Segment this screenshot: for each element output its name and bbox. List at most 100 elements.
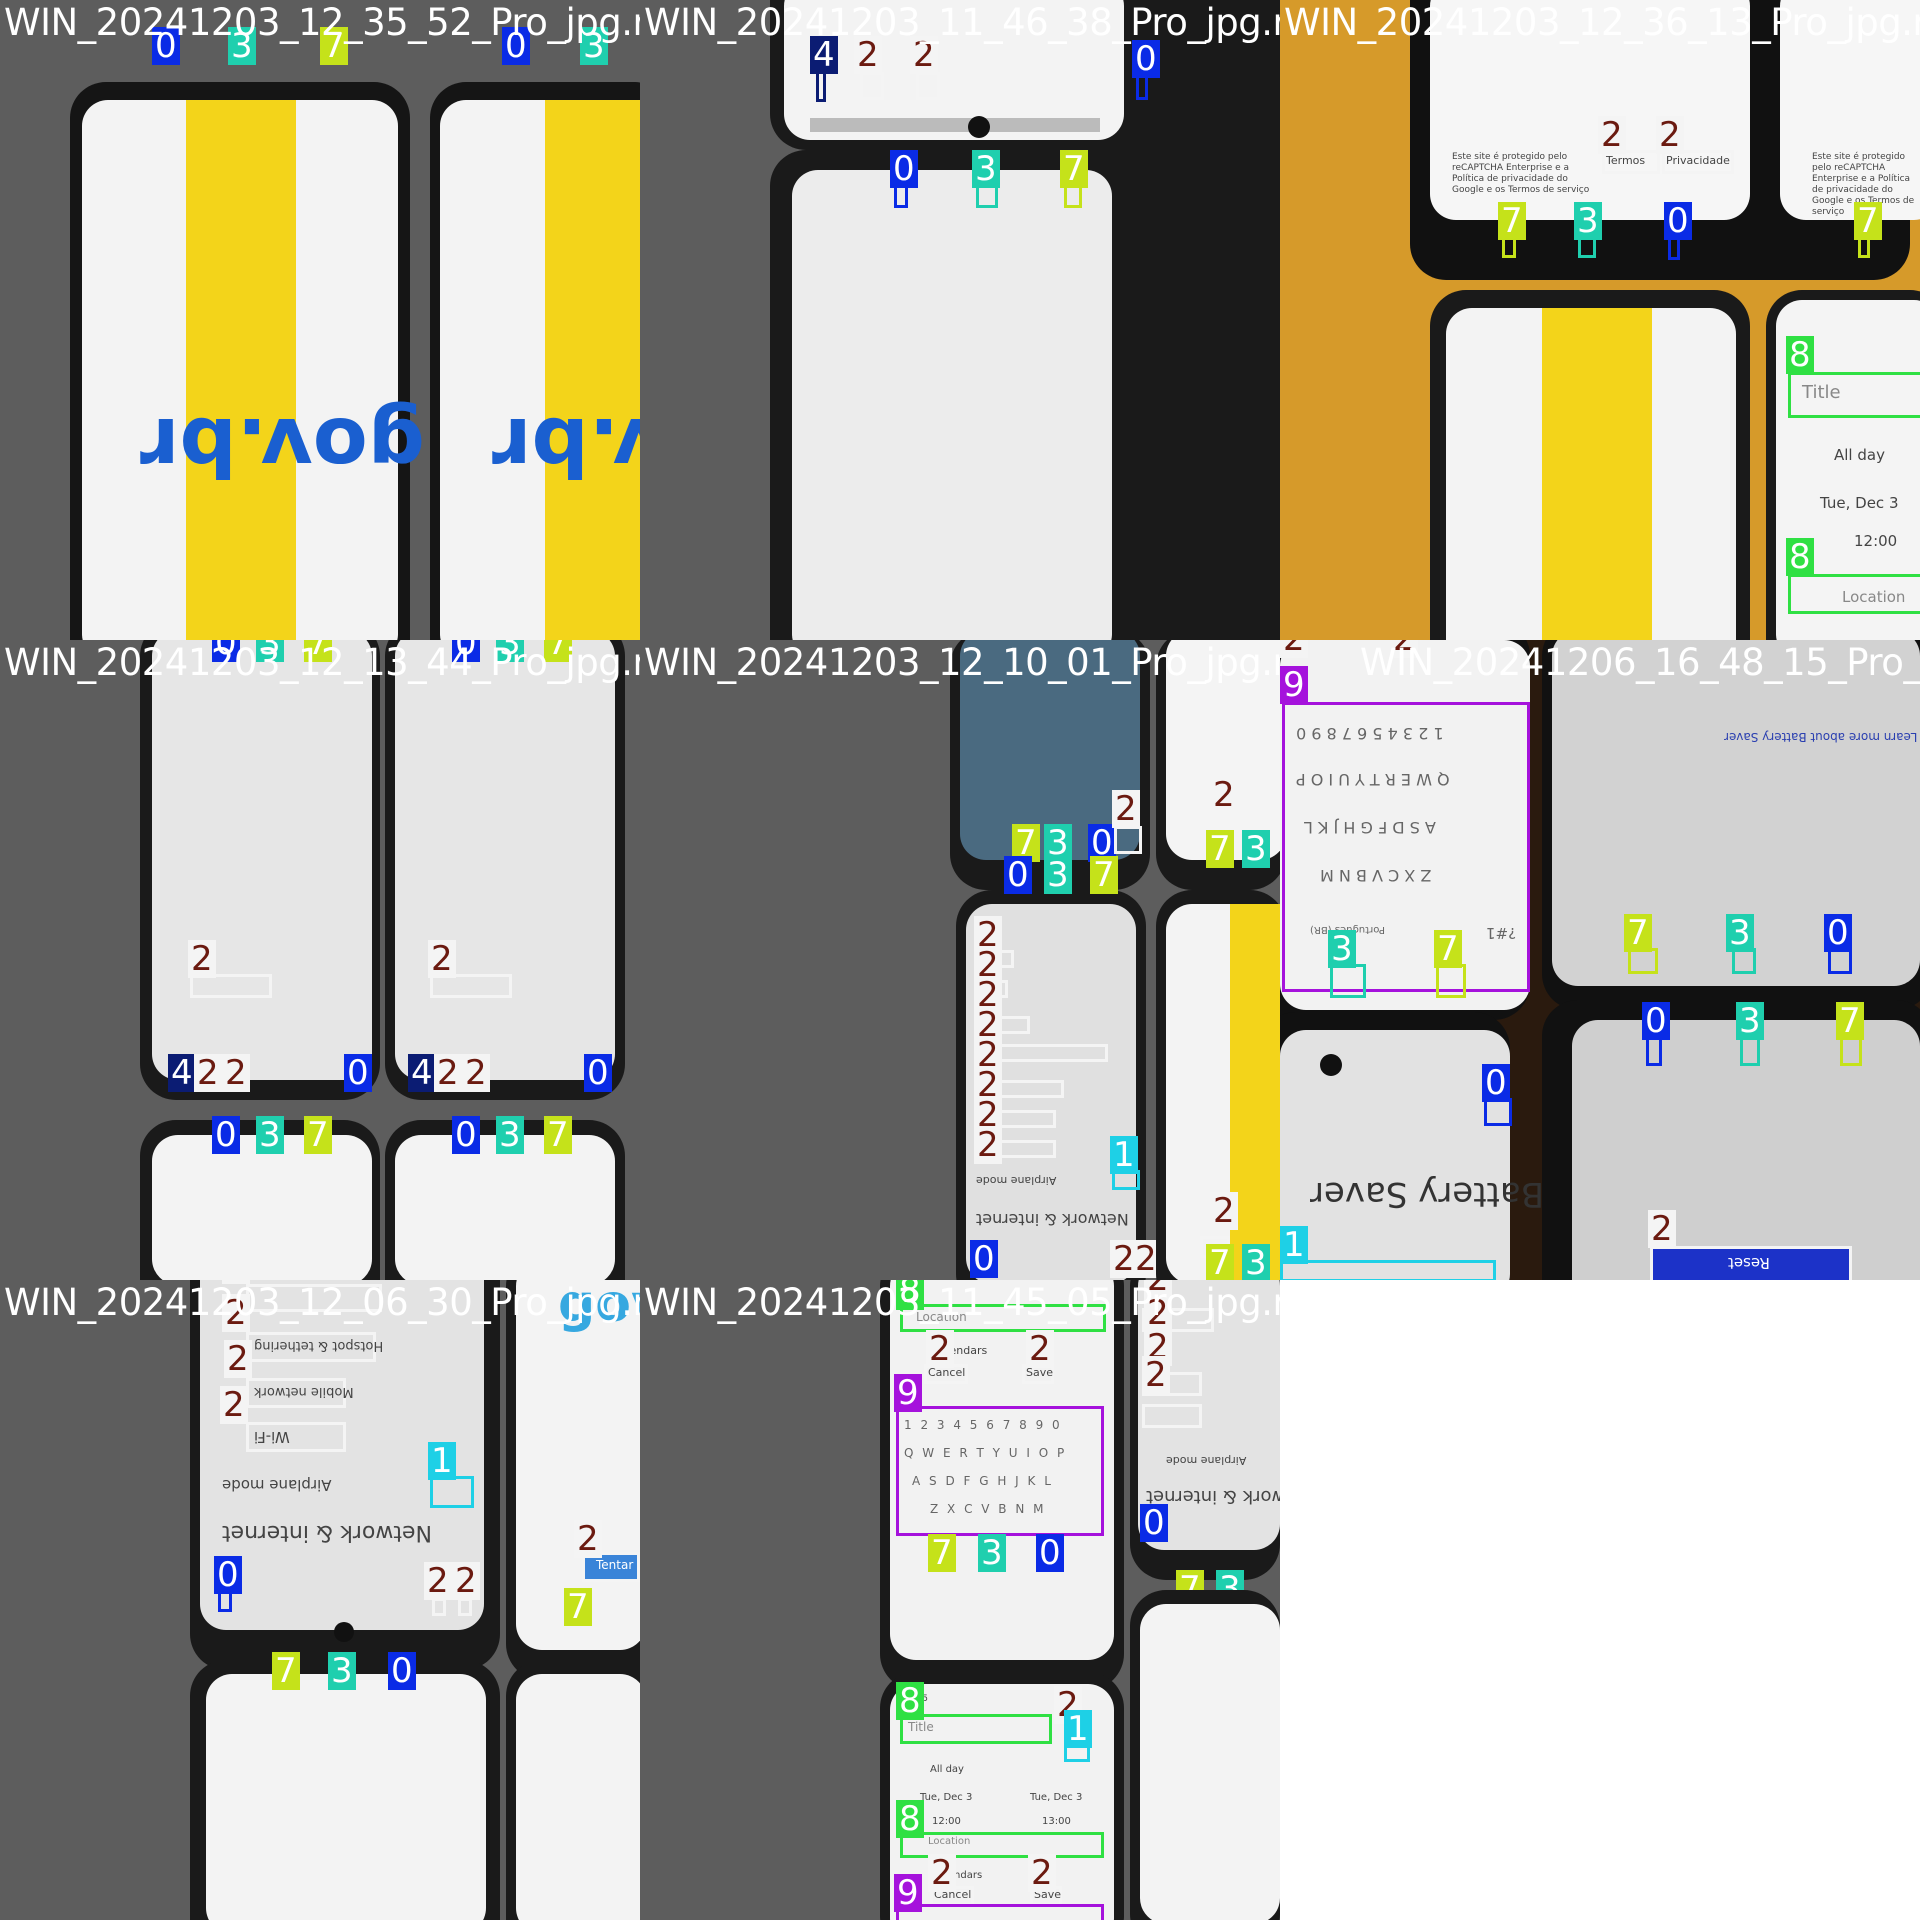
title-field[interactable]: Title [908, 1720, 934, 1734]
detection-label: 2 [574, 1520, 602, 1558]
tile-filename: WIN_20241203_11_46_38_Pro_jpg.rf.a45d09 [644, 1, 1280, 44]
phone-screen [395, 640, 615, 1080]
detection-label: 0 [1036, 1534, 1064, 1572]
detection-label: 2 [452, 1562, 480, 1600]
detection-label: 2 [1598, 116, 1626, 154]
mosaic-tile-6: 9 1 2 3 4 5 6 7 8 9 0 Q W E R T Y U I O … [1280, 640, 1920, 1280]
detection-label: 2 [1210, 1192, 1238, 1230]
date-end: Tue, Dec 3 [1030, 1792, 1083, 1803]
detection-label: 2 [1112, 790, 1140, 828]
detection-label: 2 [424, 1562, 452, 1600]
detection-label: 7 [544, 1116, 572, 1154]
detection-label: 2 [194, 1054, 222, 1092]
phone-screen [792, 170, 1112, 640]
detection-label: 7 [1854, 202, 1882, 240]
detection-label: 0 [212, 1116, 240, 1154]
detection-label: 2 [462, 1054, 490, 1092]
airplane-label: Airplane mode [1166, 1454, 1247, 1467]
detection-label: 2 [222, 1054, 250, 1092]
learn-more-link[interactable]: Learn more about Battery Saver [1724, 730, 1917, 744]
detection-label: 3 [1726, 914, 1754, 952]
tile-filename: WIN_20241203_12_10_01_Pro_jpg.rf.78e92d [644, 641, 1280, 684]
camera-hole [334, 1622, 354, 1642]
detection-label: 3 [978, 1534, 1006, 1572]
detection-label: 8 [1786, 538, 1814, 576]
detection-label: 7 [1090, 856, 1118, 894]
detection-label: 3 [496, 1116, 524, 1154]
detection-label: 0 [214, 1556, 242, 1594]
all-day-label: All day [930, 1764, 964, 1775]
detection-label: 7 [1836, 1002, 1864, 1040]
network-title: Network & internet [976, 1210, 1129, 1229]
tentar-button[interactable]: Tentar [596, 1558, 633, 1572]
detection-label: 3 [972, 150, 1000, 188]
phone-screen [152, 1135, 372, 1280]
camera-hole [968, 116, 990, 138]
detection-label: 9 [894, 1374, 922, 1412]
tile-filename: WIN_20241206_16_48_15_Pro_jpg.rf.e184c2 [1360, 641, 1920, 684]
govbr-logo: gov.br [492, 400, 640, 493]
detection-label: 7 [1206, 830, 1234, 868]
detection-label: 4 [168, 1054, 196, 1092]
govbr-logo: gov.br [140, 400, 425, 493]
hotspot-label: Hotspot & tethering [254, 1338, 384, 1353]
detection-label: 2 [1280, 640, 1308, 658]
tile-filename: WIN_20241203_12_36_13_Pro_jpg.rf.70a0562 [1284, 1, 1920, 44]
detection-label: 3 [1044, 856, 1072, 894]
location-field[interactable]: Location [1842, 588, 1905, 606]
detection-label: 0 [1824, 914, 1852, 952]
mosaic-tile-4: 0 3 7 0 3 7 2 2 4 2 2 0 4 2 2 0 0 3 7 0 … [0, 640, 640, 1280]
title-field[interactable]: Title [1802, 382, 1841, 403]
all-day-label: All day [1834, 446, 1885, 464]
detection-label: 2 [1656, 116, 1684, 154]
mosaic-tile-1: gov.br gov.br 0 3 7 0 3 WIN_20241203_12_… [0, 0, 640, 640]
detection-label: 8 [1786, 336, 1814, 374]
detection-label: 2 [434, 1054, 462, 1092]
keyboard-row: Q W E R T Y U I O P [1296, 770, 1450, 789]
detection-label: 2 [1026, 1330, 1054, 1368]
date-start: Tue, Dec 3 [920, 1792, 973, 1803]
keyboard-row: A S D F G H J K L [912, 1474, 1051, 1488]
detection-label: 0 [890, 150, 918, 188]
detection-label: 7 [272, 1652, 300, 1690]
detection-label: 3 [1242, 1244, 1270, 1280]
reset-button[interactable]: Reset [1728, 1254, 1770, 1272]
time-label: 12:00 [1854, 532, 1898, 550]
detection-label: 1 [1110, 1136, 1138, 1174]
location-field[interactable]: Location [928, 1836, 970, 1847]
termos-link[interactable]: Termos [1606, 154, 1645, 167]
tile-filename: WIN_20241203_11_45_05_Pro_jpg.rf.dacadca [644, 1281, 1280, 1324]
detection-label: 7 [928, 1534, 956, 1572]
phone-screen [152, 640, 372, 1080]
airplane-label: Airplane mode [222, 1476, 332, 1494]
keyboard-row: Z X C V B N M [930, 1502, 1044, 1516]
privacidade-link[interactable]: Privacidade [1666, 154, 1730, 167]
detection-label: 0 [452, 1116, 480, 1154]
status-bar [810, 118, 1100, 132]
phone-screen [1280, 1030, 1510, 1280]
mobile-network-label: Mobile network [254, 1384, 354, 1399]
detection-label: 0 [1664, 202, 1692, 240]
detection-label: 7 [564, 1588, 592, 1626]
mosaic-tile-5: Network & internet Airplane mode 2 2 2 2… [640, 640, 1280, 1280]
mosaic-tile-2: 4 2 2 0 0 3 7 WIN_20241203_11_46_38_Pro_… [640, 0, 1280, 640]
symbols-key[interactable]: ?#1 [1486, 924, 1516, 942]
detection-label: 2 [1142, 1356, 1170, 1394]
detection-label: 3 [1328, 930, 1356, 968]
detection-label: 7 [1498, 202, 1526, 240]
mosaic-tile-7: Network & internet Airplane mode Wi-Fi M… [0, 1280, 640, 1920]
phone-screen [1140, 1604, 1280, 1920]
detection-label: 0 [344, 1054, 372, 1092]
phone-screen [206, 1674, 486, 1920]
detection-label: 0 [584, 1054, 612, 1092]
detection-label: 7 [1624, 914, 1652, 952]
keyboard-row: A S D F G H J K L [1304, 818, 1436, 837]
phone-screen [395, 1135, 615, 1280]
detection-label: 3 [256, 1116, 284, 1154]
detection-label: 2 [188, 940, 216, 978]
recaptcha-notice: Este site é protegido pelo reCAPTCHA Ent… [1452, 152, 1590, 195]
wifi-label: Wi-Fi [254, 1428, 290, 1446]
detection-label: 2 [220, 1386, 248, 1424]
detection-label: 2 [1028, 1854, 1056, 1892]
detection-label: 0 [1482, 1064, 1510, 1102]
